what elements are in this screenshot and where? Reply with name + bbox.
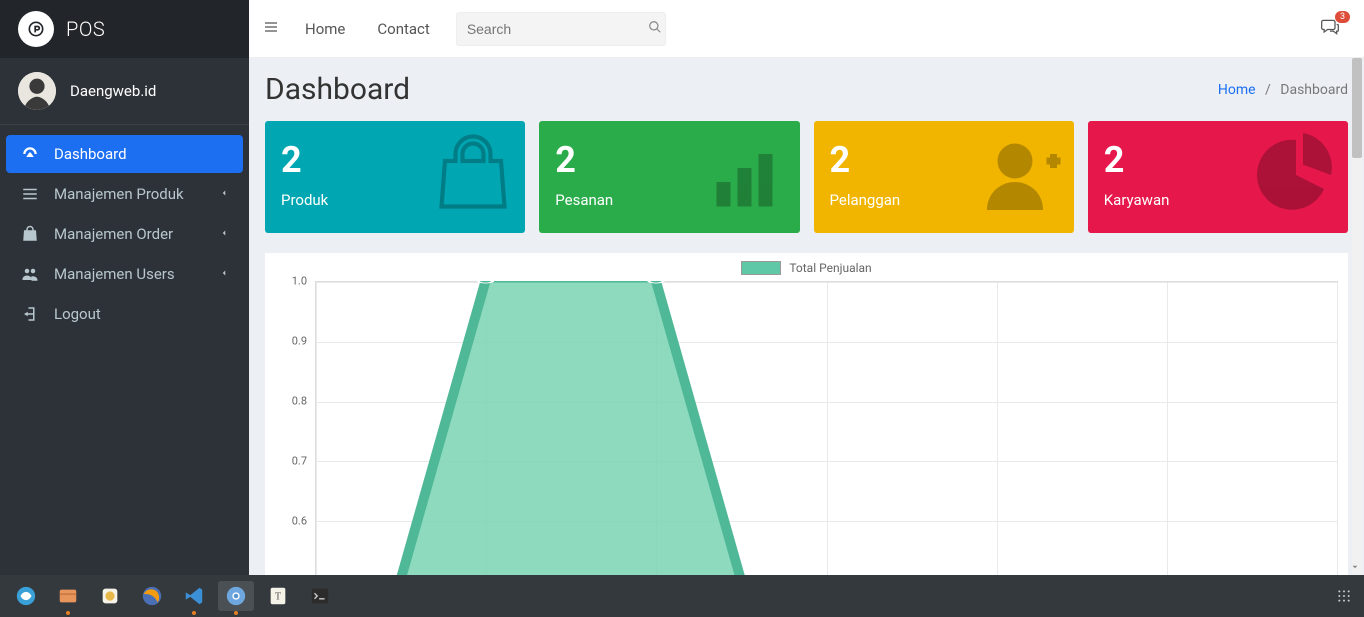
brand-logo-icon — [18, 11, 54, 47]
search-input[interactable] — [467, 21, 648, 37]
taskbar-app-firefox[interactable] — [134, 581, 170, 611]
taskbar-app-vscode[interactable] — [176, 581, 212, 611]
sidebar-item-dashboard[interactable]: Dashboard — [6, 135, 243, 173]
list-icon — [20, 185, 40, 203]
avatar — [18, 72, 56, 110]
page-title: Dashboard — [265, 72, 410, 107]
scrollbar-thumb[interactable] — [1352, 58, 1362, 158]
chevron-left-icon — [219, 226, 229, 242]
card-karyawan[interactable]: 2 Karyawan — [1088, 121, 1348, 233]
logout-icon — [20, 305, 40, 323]
brand-text: POS — [66, 17, 105, 41]
sidebar-item-produk[interactable]: Manajemen Produk — [6, 175, 243, 213]
chart-y-axis: 1.00.90.80.70.60.5 — [265, 281, 313, 575]
user-plus-icon — [980, 133, 1064, 221]
chart-plot — [315, 281, 1338, 575]
dashboard-icon — [20, 145, 40, 163]
taskbar-app-system[interactable] — [8, 581, 44, 611]
nav-link-home[interactable]: Home — [299, 20, 351, 38]
sidebar-item-order[interactable]: Manajemen Order — [6, 215, 243, 253]
chart-legend: Total Penjualan — [265, 261, 1348, 275]
sidebar-item-label: Dashboard — [54, 145, 127, 163]
main: Home Contact 3 Dashboard Home / Dashboar… — [249, 0, 1364, 575]
taskbar: T — [0, 575, 1364, 617]
taskbar-app-chromium[interactable] — [218, 581, 254, 611]
topbar: Home Contact 3 — [249, 0, 1364, 58]
breadcrumb-home[interactable]: Home — [1218, 82, 1256, 98]
breadcrumb-current: Dashboard — [1280, 82, 1348, 98]
taskbar-apps-grid[interactable] — [1332, 584, 1356, 608]
legend-swatch — [741, 261, 781, 275]
scrollbar[interactable] — [1352, 58, 1362, 575]
taskbar-app-store[interactable] — [92, 581, 128, 611]
sidebar-item-users[interactable]: Manajemen Users — [6, 255, 243, 293]
bag-icon — [431, 133, 515, 221]
bar-chart-icon — [706, 133, 790, 221]
card-pesanan[interactable]: 2 Pesanan — [539, 121, 799, 233]
breadcrumb: Home / Dashboard — [1218, 82, 1348, 98]
messages-button[interactable]: 3 — [1320, 17, 1340, 41]
taskbar-app-text[interactable]: T — [260, 581, 296, 611]
users-icon — [20, 265, 40, 283]
nav-link-contact[interactable]: Contact — [371, 20, 435, 38]
scroll-down-icon[interactable] — [1348, 560, 1362, 574]
taskbar-app-terminal[interactable] — [302, 581, 338, 611]
brand[interactable]: POS — [0, 0, 249, 58]
legend-label: Total Penjualan — [789, 261, 871, 275]
sidebar-item-label: Manajemen Order — [54, 225, 173, 243]
sidebar-item-label: Manajemen Produk — [54, 185, 184, 203]
user-name: Daengweb.id — [70, 82, 156, 100]
page-header: Dashboard Home / Dashboard — [265, 72, 1348, 107]
stat-cards: 2 Produk 2 Pesanan 2 Pelanggan 2 Karyawa… — [265, 121, 1348, 233]
search-icon — [648, 22, 662, 37]
sidebar-item-logout[interactable]: Logout — [6, 295, 243, 333]
sidebar-item-label: Logout — [54, 305, 101, 323]
chart-panel: Total Penjualan 1.00.90.80.70.60.5 — [265, 253, 1348, 575]
svg-text:T: T — [275, 592, 281, 603]
card-pelanggan[interactable]: 2 Pelanggan — [814, 121, 1074, 233]
taskbar-app-files[interactable] — [50, 581, 86, 611]
search-box — [456, 12, 666, 46]
menu-toggle-icon[interactable] — [263, 19, 279, 39]
content: Dashboard Home / Dashboard 2 Produk 2 Pe… — [249, 58, 1364, 575]
sidebar-nav: Dashboard Manajemen Produk Manajemen Ord… — [0, 125, 249, 345]
pie-chart-icon — [1254, 133, 1338, 221]
sidebar: POS Daengweb.id Dashboard Manajemen Prod… — [0, 0, 249, 575]
breadcrumb-sep: / — [1259, 82, 1277, 98]
user-panel[interactable]: Daengweb.id — [0, 58, 249, 125]
chart-area: 1.00.90.80.70.60.5 — [265, 281, 1348, 575]
search-button[interactable] — [648, 20, 662, 37]
card-produk[interactable]: 2 Produk — [265, 121, 525, 233]
bag-icon — [20, 225, 40, 243]
messages-badge: 3 — [1335, 11, 1350, 23]
sidebar-item-label: Manajemen Users — [54, 265, 175, 283]
chevron-left-icon — [219, 186, 229, 202]
chevron-left-icon — [219, 266, 229, 282]
